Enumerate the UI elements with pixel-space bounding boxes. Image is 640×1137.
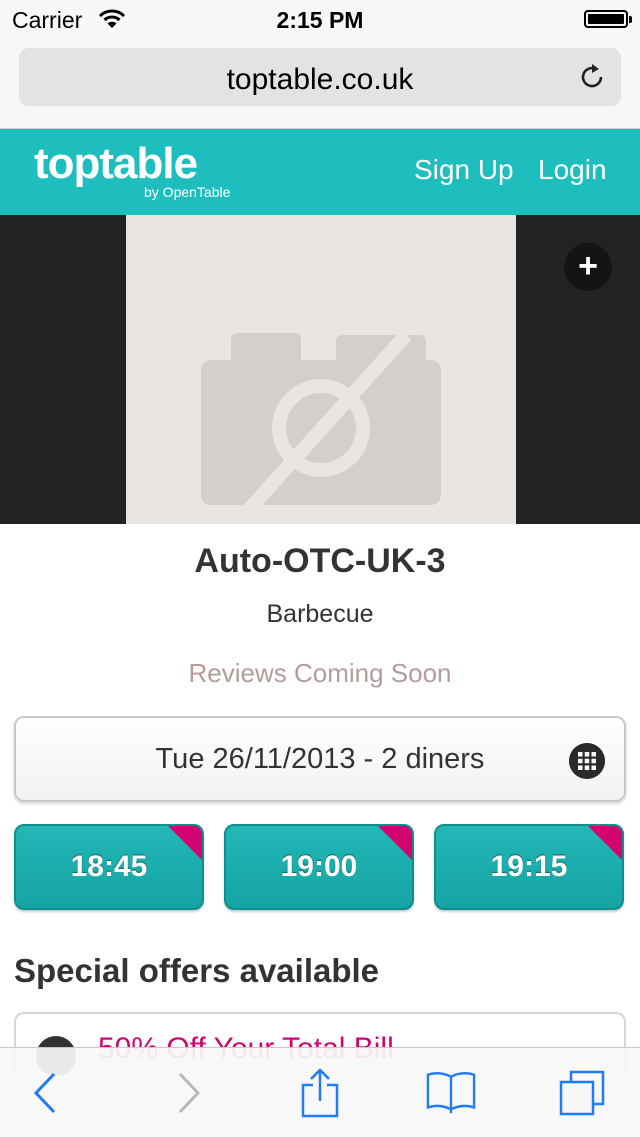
date-party-selector[interactable]: Tue 26/11/2013 - 2 diners — [14, 716, 626, 802]
restaurant-photo-area: + — [0, 215, 640, 529]
chevron-right-icon[interactable] — [162, 1068, 212, 1118]
status-time: 2:15 PM — [276, 7, 364, 33]
login-link[interactable]: Login — [538, 154, 607, 186]
status-bar: Carrier 2:15 PM — [0, 0, 640, 40]
site-header: toptable by OpenTable Sign Up Login — [0, 129, 640, 215]
browser-toolbar — [0, 1047, 640, 1137]
reviews-status: Reviews Coming Soon — [188, 658, 452, 688]
book-icon[interactable] — [426, 1068, 476, 1118]
sign-up-link[interactable]: Sign Up — [414, 154, 514, 186]
restaurant-name: Auto-OTC-UK-3 — [194, 542, 446, 580]
address-bar[interactable]: toptable.co.uk — [19, 48, 621, 106]
toptable-logo[interactable]: toptable — [34, 139, 198, 189]
restaurant-cuisine: Barbecue — [266, 600, 374, 628]
special-offers-heading: Special offers available — [14, 952, 380, 989]
battery-icon — [584, 10, 632, 28]
time-slot-button[interactable]: 19:00 — [224, 824, 414, 910]
date-party-label: Tue 26/11/2013 - 2 diners — [155, 743, 485, 775]
no-photo-camera-icon — [201, 330, 441, 529]
reload-icon[interactable] — [577, 62, 607, 92]
time-slot-label: 19:15 — [490, 850, 568, 883]
time-slot-button[interactable]: 19:15 — [434, 824, 624, 910]
time-slot-label: 19:00 — [280, 850, 358, 883]
logo-subtitle: by OpenTable — [144, 184, 231, 200]
photo-placeholder — [126, 215, 516, 529]
browser-address-area: toptable.co.uk — [0, 40, 640, 129]
plus-icon: + — [578, 247, 598, 285]
chevron-left-icon[interactable] — [22, 1068, 72, 1118]
share-icon[interactable] — [295, 1068, 345, 1118]
calendar-grid-icon — [569, 743, 605, 779]
add-photo-button[interactable]: + — [564, 243, 612, 291]
tabs-icon[interactable] — [557, 1068, 607, 1118]
time-slot-label: 18:45 — [70, 850, 148, 883]
address-text: toptable.co.uk — [226, 63, 414, 96]
time-slot-button[interactable]: 18:45 — [14, 824, 204, 910]
